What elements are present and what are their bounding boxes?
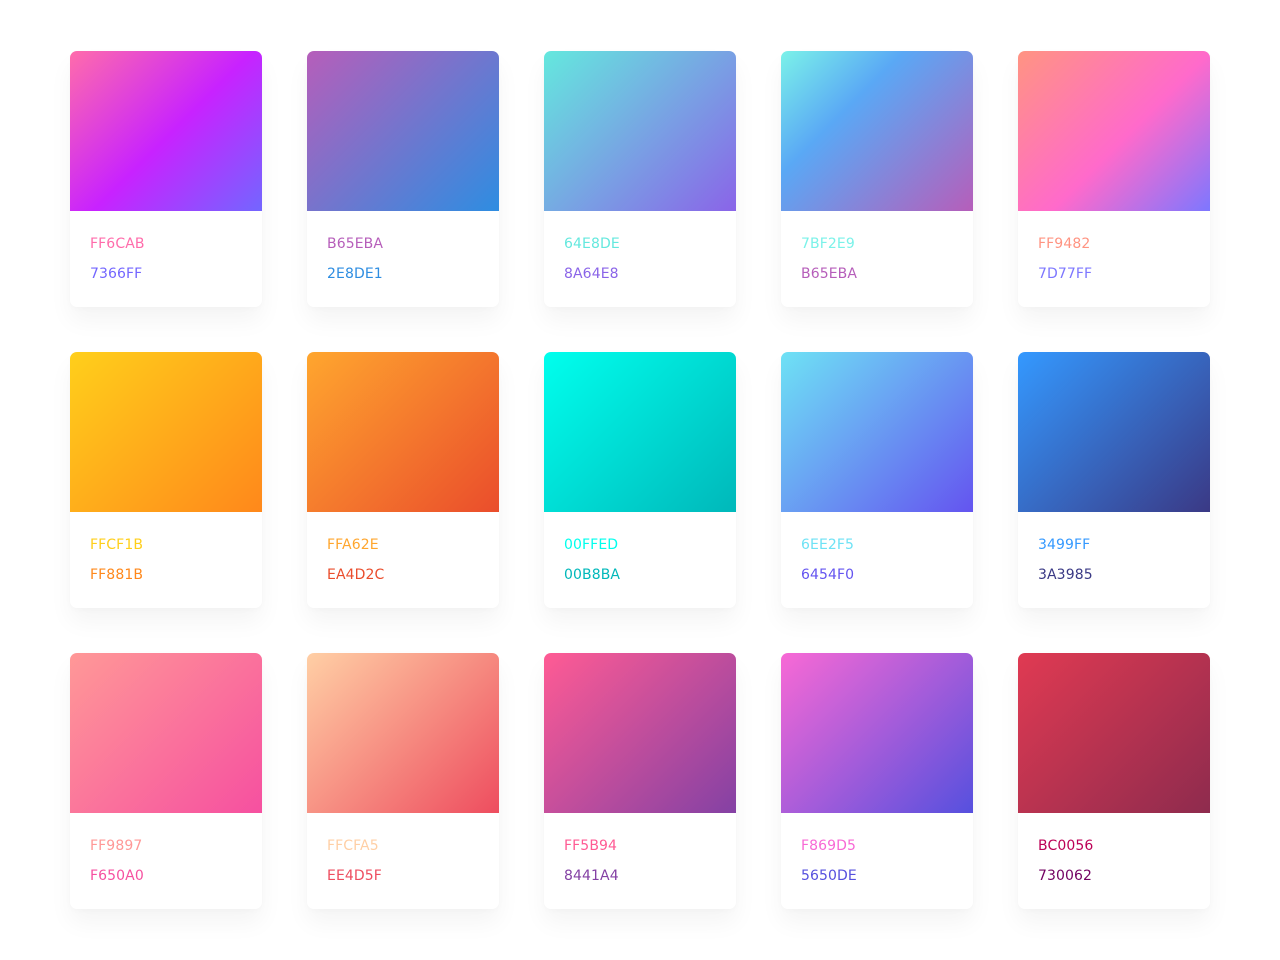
gradient-swatch[interactable] xyxy=(1018,51,1210,211)
end-color-code[interactable]: EA4D2C xyxy=(327,568,499,582)
color-codes: B65EBA 2E8DE1 xyxy=(307,211,499,281)
start-color-code[interactable]: 00FFED xyxy=(564,538,736,552)
gradient-swatch[interactable] xyxy=(307,352,499,512)
start-color-code[interactable]: 3499FF xyxy=(1038,538,1210,552)
color-codes: FF9482 7D77FF xyxy=(1018,211,1210,281)
color-codes: 00FFED 00B8BA xyxy=(544,512,736,582)
start-color-code[interactable]: BC0056 xyxy=(1038,839,1210,853)
start-color-code[interactable]: FFCFA5 xyxy=(327,839,499,853)
color-codes: FF9897 F650A0 xyxy=(70,813,262,883)
color-codes: 7BF2E9 B65EBA xyxy=(781,211,973,281)
gradient-swatch[interactable] xyxy=(544,653,736,813)
gradient-card[interactable]: F869D5 5650DE xyxy=(781,653,973,909)
gradient-card[interactable]: 6EE2F5 6454F0 xyxy=(781,352,973,608)
end-color-code[interactable]: 8A64E8 xyxy=(564,267,736,281)
gradient-palette-grid: FF6CAB 7366FF B65EBA 2E8DE1 64E8DE 8A64E8 7BF2… xyxy=(70,51,1210,909)
start-color-code[interactable]: 64E8DE xyxy=(564,237,736,251)
start-color-code[interactable]: FF5B94 xyxy=(564,839,736,853)
start-color-code[interactable]: 6EE2F5 xyxy=(801,538,973,552)
end-color-code[interactable]: 3A3985 xyxy=(1038,568,1210,582)
gradient-swatch[interactable] xyxy=(544,352,736,512)
start-color-code[interactable]: FF6CAB xyxy=(90,237,262,251)
gradient-card[interactable]: FF9897 F650A0 xyxy=(70,653,262,909)
gradient-card[interactable]: FFA62E EA4D2C xyxy=(307,352,499,608)
color-codes: 3499FF 3A3985 xyxy=(1018,512,1210,582)
gradient-card[interactable]: 3499FF 3A3985 xyxy=(1018,352,1210,608)
color-codes: 6EE2F5 6454F0 xyxy=(781,512,973,582)
gradient-card[interactable]: FFCFA5 EE4D5F xyxy=(307,653,499,909)
color-codes: FFCF1B FF881B xyxy=(70,512,262,582)
gradient-swatch[interactable] xyxy=(1018,352,1210,512)
end-color-code[interactable]: FF881B xyxy=(90,568,262,582)
gradient-swatch[interactable] xyxy=(307,653,499,813)
end-color-code[interactable]: 730062 xyxy=(1038,869,1210,883)
start-color-code[interactable]: B65EBA xyxy=(327,237,499,251)
gradient-card[interactable]: B65EBA 2E8DE1 xyxy=(307,51,499,307)
end-color-code[interactable]: 00B8BA xyxy=(564,568,736,582)
color-codes: FFCFA5 EE4D5F xyxy=(307,813,499,883)
gradient-card[interactable]: FFCF1B FF881B xyxy=(70,352,262,608)
gradient-swatch[interactable] xyxy=(70,51,262,211)
start-color-code[interactable]: FF9897 xyxy=(90,839,262,853)
gradient-swatch[interactable] xyxy=(70,352,262,512)
start-color-code[interactable]: 7BF2E9 xyxy=(801,237,973,251)
gradient-card[interactable]: FF6CAB 7366FF xyxy=(70,51,262,307)
color-codes: F869D5 5650DE xyxy=(781,813,973,883)
end-color-code[interactable]: 7366FF xyxy=(90,267,262,281)
end-color-code[interactable]: 5650DE xyxy=(801,869,973,883)
gradient-card[interactable]: FF9482 7D77FF xyxy=(1018,51,1210,307)
color-codes: FFA62E EA4D2C xyxy=(307,512,499,582)
color-codes: FF6CAB 7366FF xyxy=(70,211,262,281)
end-color-code[interactable]: B65EBA xyxy=(801,267,973,281)
gradient-swatch[interactable] xyxy=(781,51,973,211)
gradient-swatch[interactable] xyxy=(70,653,262,813)
end-color-code[interactable]: EE4D5F xyxy=(327,869,499,883)
gradient-swatch[interactable] xyxy=(544,51,736,211)
gradient-swatch[interactable] xyxy=(1018,653,1210,813)
gradient-swatch[interactable] xyxy=(781,352,973,512)
end-color-code[interactable]: 6454F0 xyxy=(801,568,973,582)
end-color-code[interactable]: 7D77FF xyxy=(1038,267,1210,281)
gradient-card[interactable]: 7BF2E9 B65EBA xyxy=(781,51,973,307)
start-color-code[interactable]: F869D5 xyxy=(801,839,973,853)
gradient-swatch[interactable] xyxy=(307,51,499,211)
gradient-card[interactable]: 64E8DE 8A64E8 xyxy=(544,51,736,307)
gradient-card[interactable]: BC0056 730062 xyxy=(1018,653,1210,909)
color-codes: 64E8DE 8A64E8 xyxy=(544,211,736,281)
start-color-code[interactable]: FFCF1B xyxy=(90,538,262,552)
start-color-code[interactable]: FFA62E xyxy=(327,538,499,552)
gradient-card[interactable]: FF5B94 8441A4 xyxy=(544,653,736,909)
start-color-code[interactable]: FF9482 xyxy=(1038,237,1210,251)
end-color-code[interactable]: 2E8DE1 xyxy=(327,267,499,281)
gradient-card[interactable]: 00FFED 00B8BA xyxy=(544,352,736,608)
end-color-code[interactable]: F650A0 xyxy=(90,869,262,883)
color-codes: FF5B94 8441A4 xyxy=(544,813,736,883)
end-color-code[interactable]: 8441A4 xyxy=(564,869,736,883)
color-codes: BC0056 730062 xyxy=(1018,813,1210,883)
gradient-swatch[interactable] xyxy=(781,653,973,813)
